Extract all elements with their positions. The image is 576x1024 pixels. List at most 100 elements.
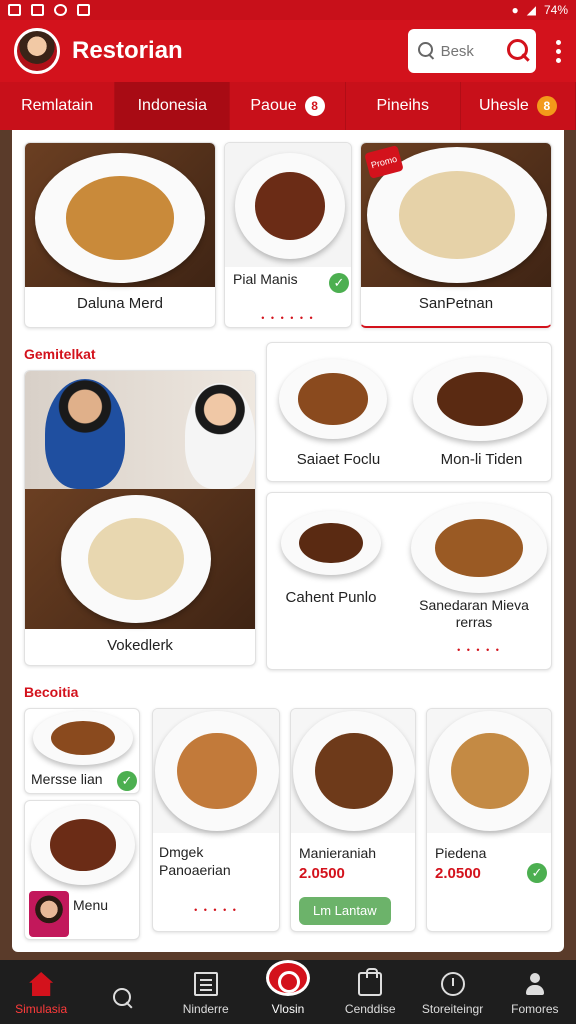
card-label: Mon-li Tiden [440,451,523,468]
plate [429,711,551,831]
small-card[interactable]: Mersse lian ✓ [24,708,140,794]
grid-card[interactable]: Saiaet Foclu Mon-li Tiden [266,342,552,482]
status-icons-right: ● ◢ 74% [511,3,568,17]
card-label: Menu [73,897,109,913]
tab-remlatain[interactable]: Remlatain [0,82,116,130]
search-icon [111,986,135,1010]
battery-level: 74% [543,3,568,17]
image-icon [8,4,21,16]
section-title: Gemitelkat [24,346,96,362]
tab-paoue[interactable]: Paoue 8 [230,82,346,130]
menu-card[interactable]: Pial Manis ✓ • • • • • • [224,142,352,328]
food-image [291,709,415,833]
nav-center[interactable]: Vlosin [247,960,329,1024]
plate [35,153,205,283]
card-label: Daluna Merd [77,295,163,312]
plate [33,711,133,765]
card-label: Sanedaran Mieva rerras [419,597,529,630]
flipboard-icon [77,4,90,16]
user-icon [523,972,547,996]
menu-card[interactable]: Promo SanPetnan [360,142,552,328]
search-input[interactable] [440,42,499,60]
feature-card[interactable]: Vokedlerk [24,370,256,666]
card-label: Saiaet Foclu [296,451,381,468]
bottom-navigation: Simulasia Ninderre Vlosin Cenddise Store… [0,960,576,1024]
restaurant-photo [25,371,255,489]
user-avatar[interactable] [14,28,60,74]
card-label: Vokedlerk [107,637,173,654]
overflow-menu-icon[interactable] [556,39,562,63]
app-header: Restorian [0,20,576,82]
search-fab-icon [265,960,310,996]
product-price: 2.0500 [435,865,481,882]
food-image [153,709,279,833]
product-name: Manieraniah [299,845,377,861]
signal-icon: ◢ [526,3,536,17]
product-name: Dmgek Panoaerian [159,844,231,878]
product-name: Piedena [435,845,487,861]
tab-label: Paoue [250,97,297,114]
food-image [427,709,551,833]
nav-cart[interactable]: Cenddise [329,960,411,1024]
tab-label: Uhesle [479,97,529,114]
plate [279,359,387,439]
plate [235,153,345,259]
bag-icon [358,968,383,996]
nav-menu[interactable]: Ninderre [165,960,247,1024]
add-to-cart-button[interactable]: Lm Lantaw [299,897,391,925]
nav-search[interactable] [82,960,164,1024]
status-icons-left [8,4,90,16]
content-panel: Daluna Merd Pial Manis ✓ • • • • • • Pro… [12,130,564,952]
tab-pineihs[interactable]: Pineihs [346,82,461,130]
person-image [185,383,255,489]
section-title: Becoitia [24,684,79,700]
tab-label: Indonesia [137,97,207,114]
nav-history[interactable]: Storeiteingr [411,960,493,1024]
product-card[interactable]: Piedena 2.0500 ✓ [426,708,552,932]
search-icon [418,42,433,60]
plate [293,711,415,831]
food-image [25,489,255,629]
plate [281,511,381,575]
tab-label: Remlatain [21,97,94,114]
pagination-dots: • • • • • [194,905,238,915]
person-image [45,379,125,489]
clock-icon [440,972,465,996]
home-icon [29,972,54,996]
record-icon [54,4,67,16]
nav-label: Cenddise [344,1002,396,1016]
category-tabs: Remlatain Indonesia Paoue 8 Pineihs Uhesl… [0,82,576,130]
plate [155,711,279,831]
nav-label: Ninderre [182,1002,229,1016]
app-title: Restorian [72,37,183,64]
wifi-icon: ● [511,3,519,17]
tab-badge: 8 [304,96,325,116]
gallery-icon [31,4,44,16]
small-card[interactable]: Menu [24,800,140,940]
menu-card[interactable]: Daluna Merd [24,142,216,328]
tab-uhesle[interactable]: Uhesle 8 [461,82,576,130]
tab-indonesia[interactable]: Indonesia [115,82,231,130]
card-label: Cahent Punlo [285,589,377,606]
plate [61,495,211,623]
product-card[interactable]: Manieraniah 2.0500 Lm Lantaw [290,708,416,932]
product-card[interactable]: Dmgek Panoaerian • • • • • [152,708,280,932]
grid-card[interactable]: Cahent Punlo Sanedaran Mieva rerras • • … [266,492,552,670]
plate [411,503,547,593]
person-image [29,891,69,937]
check-icon: ✓ [329,273,349,293]
nav-label: Storeiteingr [421,1002,484,1016]
check-icon: ✓ [117,771,137,791]
nav-home[interactable]: Simulasia [0,960,82,1024]
check-icon: ✓ [527,863,547,883]
nav-profile[interactable]: Fomores [494,960,576,1024]
food-image [225,143,351,267]
pagination-dots: • • • • • [457,645,501,655]
tab-label: Pineihs [376,97,429,114]
tab-badge: 8 [536,96,557,116]
status-bar: ● ◢ 74% [0,0,576,20]
search-box[interactable] [408,29,536,73]
search-submit-icon[interactable] [506,39,529,63]
plate [413,357,547,441]
food-image [25,143,215,287]
